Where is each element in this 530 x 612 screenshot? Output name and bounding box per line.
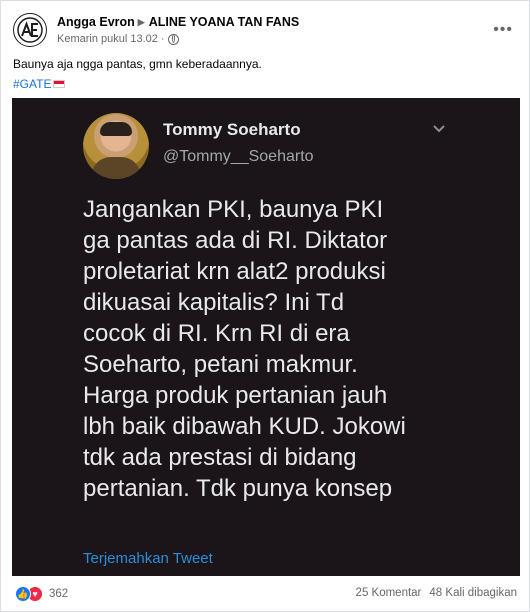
hashtag-text[interactable]: #GATE [13, 77, 51, 91]
arrow-right-icon: ▶ [137, 17, 145, 27]
tweet-screenshot[interactable]: Tommy Soeharto @Tommy__Soeharto Janganka… [12, 98, 520, 576]
tweet-line: Soeharto, petani makmur. [83, 351, 358, 378]
translate-tweet-link: Terjemahkan Tweet [83, 550, 213, 567]
tweet-avatar [83, 113, 149, 179]
ae-logo-icon [17, 17, 43, 43]
comment-count[interactable]: 25 Komentar [356, 587, 422, 599]
tweet-handle: @Tommy__Soeharto [163, 148, 314, 165]
post-text: Baunya aja ngga pantas, gmn keberadaanny… [13, 57, 262, 71]
chevron-down-icon [433, 125, 445, 133]
post-timestamp[interactable]: Kemarin pukul 13.02 [57, 33, 158, 45]
tweet-line: Harga produk pertanian jauh [83, 382, 388, 409]
post-stats: 25 Komentar 48 Kali dibagikan [356, 587, 517, 599]
tweet-line: pertanian. Tdk punya konsep [83, 475, 393, 502]
reactions[interactable]: 👍 ♥ 362 [15, 586, 68, 602]
tweet-line: tdk ada prestasi di bidang [83, 444, 357, 471]
post-meta: Kemarin pukul 13.02 · [57, 33, 179, 45]
more-icon[interactable]: ••• [493, 21, 513, 39]
tweet-body: Jangankan PKI, baunya PKI ga pantas ada … [83, 194, 503, 504]
reaction-count[interactable]: 362 [49, 588, 68, 600]
tweet-line: lbh baik dibawah KUD. Jokowi [83, 413, 406, 440]
tweet-author-name: Tommy Soeharto [163, 120, 301, 139]
author-line: Angga Evron ▶ ALINE YOANA TAN FANS [57, 15, 299, 29]
tweet-line: proletariat krn alat2 produksi [83, 258, 386, 285]
globe-icon [167, 33, 179, 45]
author-avatar[interactable] [13, 13, 47, 47]
post-header: Angga Evron ▶ ALINE YOANA TAN FANS Kemarin… [13, 13, 519, 53]
share-count[interactable]: 48 Kali dibagikan [429, 587, 517, 599]
indonesia-flag-icon [53, 80, 66, 88]
tweet-line: cocok di RI. Krn RI di era [83, 320, 350, 347]
hashtag-link[interactable]: #GATE [13, 77, 66, 91]
author-name[interactable]: Angga Evron [57, 15, 135, 29]
tweet-line: Jangankan PKI, baunya PKI [83, 196, 384, 223]
tweet-line: dikuasai kapitalis? Ini Td [83, 289, 345, 316]
tweet-line: ga pantas ada di RI. Diktator [83, 227, 388, 254]
like-reaction-icon: 👍 [15, 586, 31, 602]
group-name[interactable]: ALINE YOANA TAN FANS [149, 15, 299, 29]
post-footer: 👍 ♥ 362 25 Komentar 48 Kali dibagikan [15, 586, 517, 604]
post-card: Angga Evron ▶ ALINE YOANA TAN FANS Kemarin… [0, 0, 530, 612]
